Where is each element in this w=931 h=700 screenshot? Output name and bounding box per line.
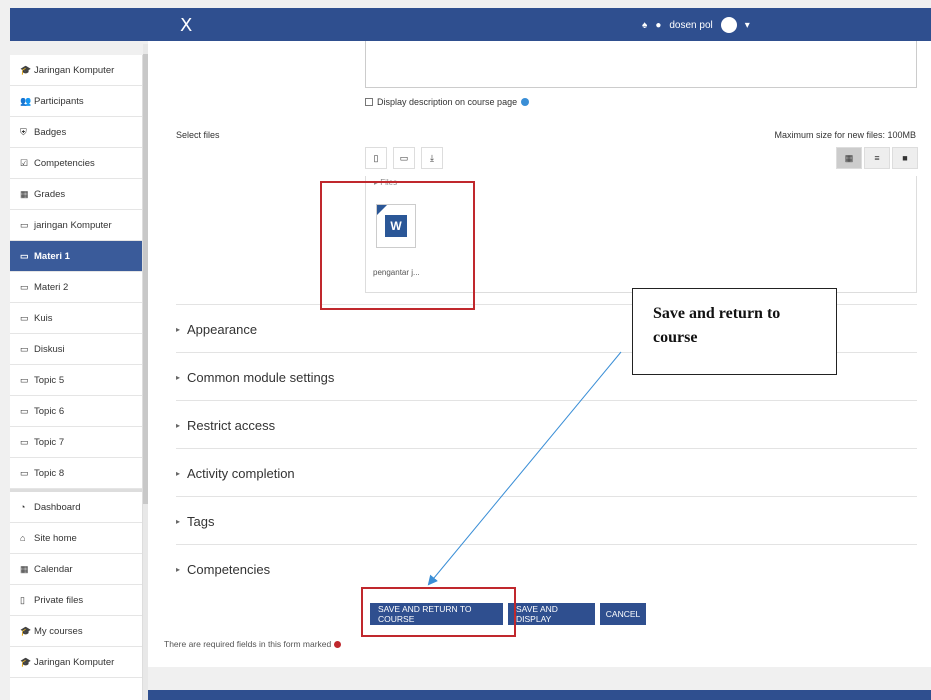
footer-bar xyxy=(148,690,931,700)
callout-box: Save and return to course xyxy=(632,288,837,375)
